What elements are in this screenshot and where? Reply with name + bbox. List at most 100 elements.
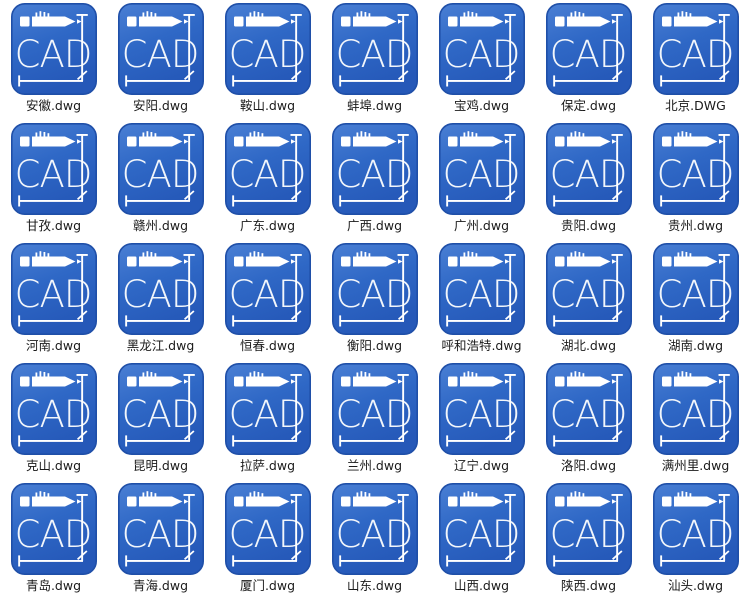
file-item-6[interactable]: CAD 北京.DWG xyxy=(642,0,749,120)
file-item-22[interactable]: CAD 昆明.dwg xyxy=(107,360,214,480)
file-item-24[interactable]: CAD 兰州.dwg xyxy=(321,360,428,480)
file-item-2[interactable]: CAD 鞍山.dwg xyxy=(214,0,321,120)
cad-dwg-file-icon[interactable]: CAD xyxy=(652,123,739,215)
file-item-31[interactable]: CAD 山东.dwg xyxy=(321,480,428,600)
file-item-34[interactable]: CAD 汕头.dwg xyxy=(642,480,749,600)
cad-icon-graphic: CAD xyxy=(331,3,418,95)
cad-dwg-file-icon[interactable]: CAD xyxy=(438,123,525,215)
file-item-27[interactable]: CAD 满州里.dwg xyxy=(642,360,749,480)
cad-wordmark: CAD xyxy=(14,513,91,556)
cad-dwg-file-icon[interactable]: CAD xyxy=(331,123,418,215)
cad-dwg-file-icon[interactable]: CAD xyxy=(652,363,739,455)
cad-icon-graphic: CAD xyxy=(438,363,525,455)
cad-wordmark: CAD xyxy=(228,513,305,556)
cad-dwg-file-icon[interactable]: CAD xyxy=(10,243,97,335)
cad-dwg-file-icon[interactable]: CAD xyxy=(117,243,204,335)
cad-wordmark: CAD xyxy=(442,513,519,556)
cad-dwg-file-icon[interactable]: CAD xyxy=(545,3,632,95)
file-item-25[interactable]: CAD 辽宁.dwg xyxy=(428,360,535,480)
cad-dwg-file-icon[interactable]: CAD xyxy=(331,3,418,95)
file-item-1[interactable]: CAD 安阳.dwg xyxy=(107,0,214,120)
cad-dwg-file-icon[interactable]: CAD xyxy=(10,483,97,575)
file-item-15[interactable]: CAD 黑龙江.dwg xyxy=(107,240,214,360)
file-item-28[interactable]: CAD 青岛.dwg xyxy=(0,480,107,600)
cad-dwg-file-icon[interactable]: CAD xyxy=(10,3,97,95)
cad-icon-graphic: CAD xyxy=(545,483,632,575)
cad-dwg-file-icon[interactable]: CAD xyxy=(438,363,525,455)
cad-icon-graphic: CAD xyxy=(545,3,632,95)
cad-dwg-file-icon[interactable]: CAD xyxy=(117,483,204,575)
file-item-4[interactable]: CAD 宝鸡.dwg xyxy=(428,0,535,120)
cad-dwg-file-icon[interactable]: CAD xyxy=(331,363,418,455)
file-item-21[interactable]: CAD 克山.dwg xyxy=(0,360,107,480)
cad-dwg-file-icon[interactable]: CAD xyxy=(438,483,525,575)
file-item-32[interactable]: CAD 山西.dwg xyxy=(428,480,535,600)
file-item-12[interactable]: CAD 贵阳.dwg xyxy=(535,120,642,240)
cad-dwg-file-icon[interactable]: CAD xyxy=(224,243,311,335)
cad-dwg-file-icon[interactable]: CAD xyxy=(331,483,418,575)
cad-dwg-file-icon[interactable]: CAD xyxy=(10,123,97,215)
cad-icon-graphic: CAD xyxy=(10,123,97,215)
cad-dwg-file-icon[interactable]: CAD xyxy=(224,123,311,215)
file-item-13[interactable]: CAD 贵州.dwg xyxy=(642,120,749,240)
cad-icon-graphic: CAD xyxy=(10,483,97,575)
cad-wordmark: CAD xyxy=(656,393,733,436)
file-item-14[interactable]: CAD 河南.dwg xyxy=(0,240,107,360)
file-name-label: 湖南.dwg xyxy=(667,338,724,353)
cad-dwg-file-icon[interactable]: CAD xyxy=(545,483,632,575)
file-item-30[interactable]: CAD 厦门.dwg xyxy=(214,480,321,600)
cad-dwg-file-icon[interactable]: CAD xyxy=(224,3,311,95)
cad-dwg-file-icon[interactable]: CAD xyxy=(117,363,204,455)
file-name-label: 安徽.dwg xyxy=(25,98,82,113)
file-item-3[interactable]: CAD 蚌埠.dwg xyxy=(321,0,428,120)
cad-icon-graphic: CAD xyxy=(117,483,204,575)
cad-wordmark: CAD xyxy=(442,153,519,196)
file-item-11[interactable]: CAD 广州.dwg xyxy=(428,120,535,240)
file-item-17[interactable]: CAD 衡阳.dwg xyxy=(321,240,428,360)
cad-dwg-file-icon[interactable]: CAD xyxy=(331,243,418,335)
cad-wordmark: CAD xyxy=(335,153,412,196)
file-name-label: 拉萨.dwg xyxy=(239,458,296,473)
cad-icon-graphic: CAD xyxy=(117,123,204,215)
file-name-label: 广东.dwg xyxy=(239,218,296,233)
file-name-label: 河南.dwg xyxy=(25,338,82,353)
cad-dwg-file-icon[interactable]: CAD xyxy=(438,3,525,95)
file-name-label: 昆明.dwg xyxy=(132,458,189,473)
cad-dwg-file-icon[interactable]: CAD xyxy=(652,243,739,335)
file-item-20[interactable]: CAD 湖南.dwg xyxy=(642,240,749,360)
file-item-16[interactable]: CAD 恒春.dwg xyxy=(214,240,321,360)
cad-icon-graphic: CAD xyxy=(224,3,311,95)
file-item-18[interactable]: CAD 呼和浩特.dwg xyxy=(428,240,535,360)
cad-dwg-file-icon[interactable]: CAD xyxy=(652,483,739,575)
cad-dwg-file-icon[interactable]: CAD xyxy=(438,243,525,335)
cad-icon-graphic: CAD xyxy=(652,3,739,95)
file-name-label: 赣州.dwg xyxy=(132,218,189,233)
cad-dwg-file-icon[interactable]: CAD xyxy=(224,483,311,575)
cad-icon-graphic: CAD xyxy=(224,363,311,455)
file-item-26[interactable]: CAD 洛阳.dwg xyxy=(535,360,642,480)
file-item-23[interactable]: CAD 拉萨.dwg xyxy=(214,360,321,480)
cad-dwg-file-icon[interactable]: CAD xyxy=(545,243,632,335)
file-item-8[interactable]: CAD 赣州.dwg xyxy=(107,120,214,240)
file-item-10[interactable]: CAD 广西.dwg xyxy=(321,120,428,240)
file-name-label: 厦门.dwg xyxy=(239,578,296,593)
file-item-0[interactable]: CAD 安徽.dwg xyxy=(0,0,107,120)
file-name-label: 呼和浩特.dwg xyxy=(441,338,522,353)
file-item-29[interactable]: CAD 青海.dwg xyxy=(107,480,214,600)
file-item-33[interactable]: CAD 陕西.dwg xyxy=(535,480,642,600)
cad-dwg-file-icon[interactable]: CAD xyxy=(652,3,739,95)
file-name-label: 克山.dwg xyxy=(25,458,82,473)
cad-dwg-file-icon[interactable]: CAD xyxy=(117,123,204,215)
cad-dwg-file-icon[interactable]: CAD xyxy=(10,363,97,455)
cad-icon-graphic: CAD xyxy=(117,3,204,95)
cad-dwg-file-icon[interactable]: CAD xyxy=(545,363,632,455)
cad-dwg-file-icon[interactable]: CAD xyxy=(117,3,204,95)
file-item-9[interactable]: CAD 广东.dwg xyxy=(214,120,321,240)
file-item-5[interactable]: CAD 保定.dwg xyxy=(535,0,642,120)
file-item-19[interactable]: CAD 湖北.dwg xyxy=(535,240,642,360)
cad-dwg-file-icon[interactable]: CAD xyxy=(545,123,632,215)
cad-dwg-file-icon[interactable]: CAD xyxy=(224,363,311,455)
cad-wordmark: CAD xyxy=(549,153,626,196)
cad-icon-graphic: CAD xyxy=(545,243,632,335)
file-item-7[interactable]: CAD 甘孜.dwg xyxy=(0,120,107,240)
